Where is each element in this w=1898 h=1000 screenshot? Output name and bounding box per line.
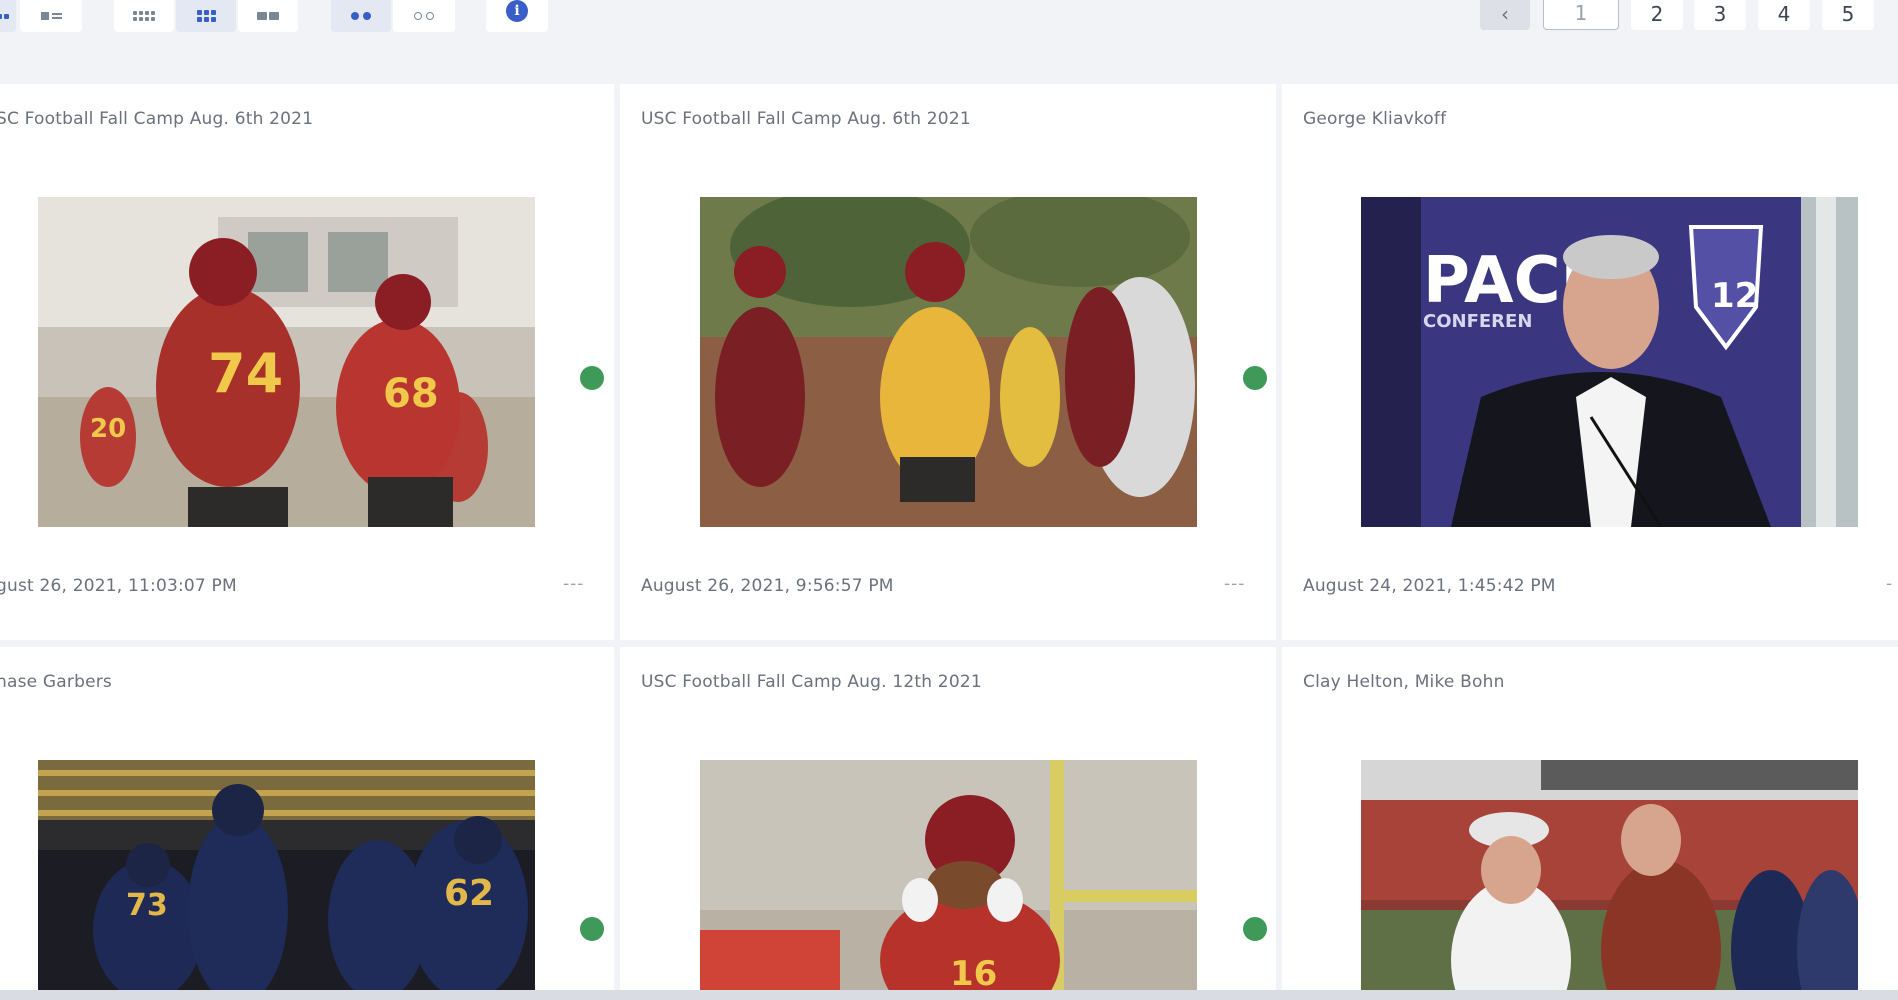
large-grid-button[interactable]	[238, 0, 298, 32]
card-date: gust 26, 2021, 11:03:07 PM	[0, 576, 237, 596]
card-title: SC Football Fall Camp Aug. 6th 2021	[0, 109, 314, 129]
toolbar: i ‹ 1 2 3 4 5	[0, 0, 1898, 84]
football-practice-photo: 74 68 20	[38, 197, 535, 527]
grid-icon	[0, 13, 9, 19]
info-button[interactable]: i	[486, 0, 548, 32]
jersey-number: 68	[383, 371, 439, 417]
press-conference-photo: PACI CONFEREN 12	[1361, 197, 1858, 527]
filled-dots-icon	[351, 12, 371, 20]
card-title: hase Garbers	[0, 672, 112, 692]
jersey-number: 74	[208, 342, 283, 405]
card-thumbnail[interactable]	[1361, 760, 1858, 990]
show-status-button[interactable]	[331, 0, 391, 32]
jersey-number: 16	[950, 954, 997, 990]
medium-grid-icon	[196, 10, 216, 22]
jersey-number: 62	[444, 873, 494, 914]
jersey-number: 73	[126, 888, 168, 923]
hide-status-button[interactable]	[393, 0, 455, 32]
list-icon	[40, 12, 62, 20]
media-card[interactable]: hase Garbers 73 62	[0, 647, 614, 990]
card-title: Clay Helton, Mike Bohn	[1303, 672, 1505, 692]
media-card[interactable]: Clay Helton, Mike Bohn	[1282, 647, 1898, 990]
horizontal-scrollbar[interactable]	[0, 990, 1898, 1000]
card-title: USC Football Fall Camp Aug. 12th 2021	[641, 672, 982, 692]
status-dot	[1243, 917, 1267, 941]
card-title: USC Football Fall Camp Aug. 6th 2021	[641, 109, 971, 129]
info-icon: i	[506, 0, 528, 22]
card-date: August 24, 2021, 1:45:42 PM	[1303, 576, 1556, 596]
card-thumbnail[interactable]: 16	[700, 760, 1197, 990]
stadium-handshake-photo	[1361, 760, 1858, 990]
card-menu-button[interactable]: ---	[563, 574, 584, 594]
pac-shield-number: 12	[1711, 276, 1758, 316]
large-grid-icon	[257, 12, 279, 20]
pac-wordmark: PACI	[1423, 244, 1584, 318]
football-practice-photo	[700, 197, 1197, 527]
status-dot	[1243, 366, 1267, 390]
media-card[interactable]: SC Football Fall Camp Aug. 6th 2021 74 6…	[0, 84, 614, 640]
football-game-photo: 73 62	[38, 760, 535, 990]
card-thumbnail[interactable]: PACI CONFEREN 12	[1361, 197, 1858, 527]
pac-wordmark-sub: CONFEREN	[1423, 311, 1532, 332]
card-thumbnail[interactable]: 73 62	[38, 760, 535, 990]
media-card[interactable]: USC Football Fall Camp Aug. 12th 2021 16	[620, 647, 1276, 990]
football-catch-photo: 16	[700, 760, 1197, 990]
pagination-page-5[interactable]: 5	[1822, 0, 1874, 30]
media-card[interactable]: George Kliavkoff PACI CONFEREN 12 August…	[1282, 84, 1898, 640]
pagination-prev-button[interactable]: ‹	[1480, 0, 1530, 30]
card-menu-button[interactable]: -	[1886, 574, 1893, 594]
card-menu-button[interactable]: ---	[1224, 574, 1245, 594]
grid-view-button[interactable]	[0, 0, 16, 32]
status-dot	[580, 917, 604, 941]
card-thumbnail[interactable]	[700, 197, 1197, 527]
card-title: George Kliavkoff	[1303, 109, 1447, 129]
small-grid-button[interactable]	[114, 0, 174, 32]
pagination-current-page[interactable]: 1	[1543, 0, 1619, 30]
small-grid-icon	[133, 11, 155, 21]
hollow-dots-icon	[414, 12, 434, 20]
card-date: August 26, 2021, 9:56:57 PM	[641, 576, 894, 596]
pagination-page-4[interactable]: 4	[1758, 0, 1810, 30]
pagination-page-2[interactable]: 2	[1631, 0, 1683, 30]
list-view-button[interactable]	[20, 0, 82, 32]
medium-grid-button[interactable]	[176, 0, 236, 32]
jersey-number: 20	[90, 414, 126, 444]
media-card[interactable]: USC Football Fall Camp Aug. 6th 2021 Aug…	[620, 84, 1276, 640]
card-thumbnail[interactable]: 74 68 20	[38, 197, 535, 527]
pagination-page-3[interactable]: 3	[1694, 0, 1746, 30]
status-dot	[580, 366, 604, 390]
